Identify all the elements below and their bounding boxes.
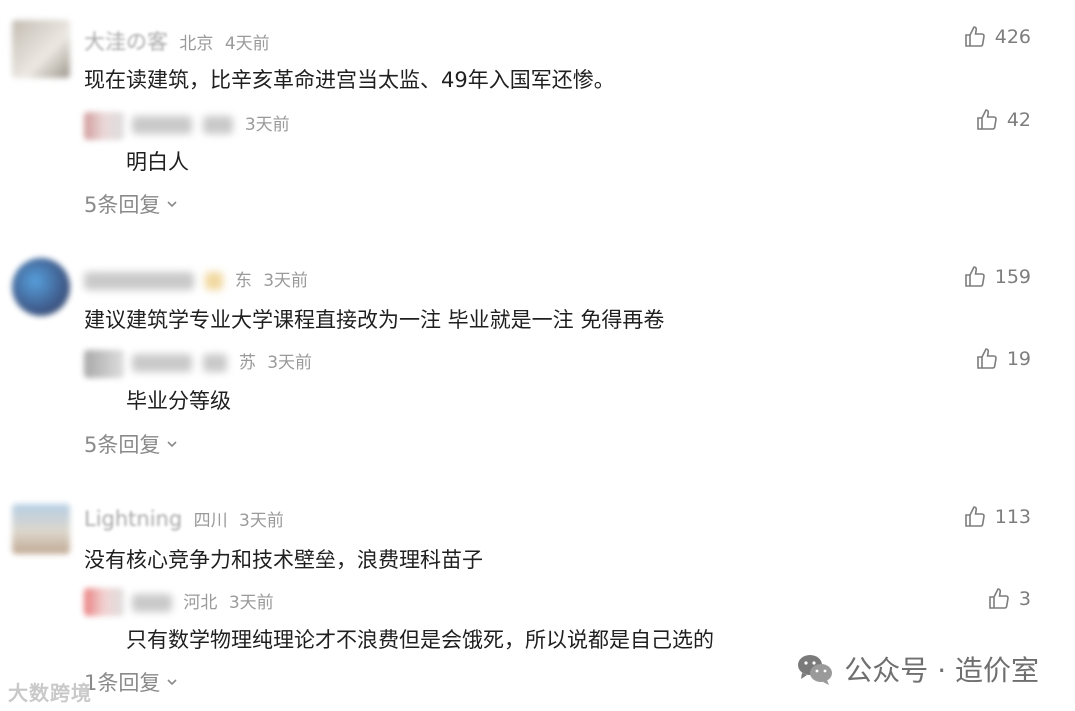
avatar[interactable] (12, 20, 70, 78)
reply-text: 只有数学物理纯理论才不浪费但是会饿死，所以说都是自己选的 (126, 628, 714, 652)
reply-like-button[interactable]: 3 (987, 587, 1031, 611)
like-count: 113 (994, 506, 1031, 528)
timestamp: 4天前 (224, 34, 270, 54)
like-button[interactable]: 426 (963, 25, 1031, 49)
like-button[interactable]: 159 (963, 265, 1031, 289)
avatar[interactable] (12, 504, 70, 554)
reply-meta: 苏 3天前 (132, 348, 318, 373)
thumbs-up-icon (989, 588, 1009, 609)
location: 四川 (193, 511, 228, 531)
reply-timestamp: 3天前 (244, 115, 290, 135)
replies-count: 5条回复 (84, 193, 161, 217)
reply-like-count: 42 (1006, 109, 1031, 131)
like-button[interactable]: 113 (963, 505, 1031, 529)
timestamp: 3天前 (239, 511, 284, 531)
comment-item: 东 3天前 159 建议建筑学专业大学课程直接改为一注 毕业就是一注 免得再卷 … (0, 240, 1075, 470)
reply-avatar[interactable] (84, 588, 124, 616)
reply-like-count: 3 (1018, 588, 1031, 610)
reply-username[interactable] (132, 594, 172, 612)
username-badge (205, 272, 224, 290)
wechat-icon (798, 655, 833, 685)
expand-replies-button[interactable]: 1条回复 (84, 667, 178, 697)
comment-item: 大洼の客 北京 4天前 426 现在读建筑，比辛亥革命进宫当太监、49年入国军还… (0, 0, 1075, 230)
username[interactable]: Lightning (84, 507, 182, 531)
wechat-watermark: 公众号 · 造价室 (796, 649, 1039, 689)
timestamp: 3天前 (263, 271, 309, 291)
reply-timestamp: 3天前 (228, 593, 274, 613)
expand-replies-button[interactable]: 5条回复 (84, 429, 178, 459)
avatar[interactable] (12, 258, 70, 316)
like-count: 426 (994, 26, 1031, 48)
location: 北京 (179, 34, 214, 54)
chevron-down-icon (167, 201, 177, 208)
reply-username[interactable] (132, 354, 192, 372)
reply-avatar[interactable] (84, 112, 124, 140)
replies-count: 1条回复 (84, 671, 161, 695)
thumbs-up-icon (964, 506, 985, 527)
reply-location-blurred (203, 116, 234, 134)
comment-text: 现在读建筑，比辛亥革命进宫当太监、49年入国军还惨。 (84, 68, 615, 92)
username[interactable] (84, 272, 194, 290)
like-count: 159 (994, 266, 1031, 288)
thumbs-up-icon (964, 266, 985, 287)
comment-meta: 大洼の客 北京 4天前 (84, 26, 276, 56)
replies-count: 5条回复 (84, 433, 161, 457)
comment-text: 建议建筑学专业大学课程直接改为一注 毕业就是一注 免得再卷 (84, 308, 665, 332)
expand-replies-button[interactable]: 5条回复 (84, 189, 178, 219)
location: 东 (234, 271, 252, 291)
username[interactable]: 大洼の客 (84, 30, 168, 54)
reply-like-button[interactable]: 42 (975, 108, 1031, 132)
chevron-down-icon (167, 441, 177, 448)
comment-meta: 东 3天前 (84, 266, 314, 291)
comment-text: 没有核心竞争力和技术壁垒，浪费理科苗子 (84, 548, 483, 572)
watermark-text: 公众号 · 造价室 (844, 654, 1039, 687)
reply-like-button[interactable]: 19 (975, 347, 1031, 371)
thumbs-up-icon (977, 109, 997, 130)
reply-avatar[interactable] (84, 350, 124, 378)
reply-meta: 河北 3天前 (132, 588, 280, 613)
reply-meta: 3天前 (132, 110, 296, 135)
comment-meta: Lightning 四川 3天前 (84, 506, 290, 531)
reply-timestamp: 3天前 (267, 353, 313, 373)
reply-like-count: 19 (1006, 348, 1031, 370)
thumbs-up-icon (977, 348, 997, 369)
reply-text: 毕业分等级 (126, 389, 231, 413)
chevron-down-icon (167, 679, 177, 686)
reply-username-part (203, 354, 228, 372)
reply-text: 明白人 (126, 150, 189, 174)
reply-location: 河北 (183, 593, 218, 613)
reply-location: 苏 (238, 353, 256, 373)
reply-username[interactable] (132, 116, 192, 134)
watermark-left: 大数跨境 (8, 681, 92, 705)
thumbs-up-icon (964, 26, 985, 47)
